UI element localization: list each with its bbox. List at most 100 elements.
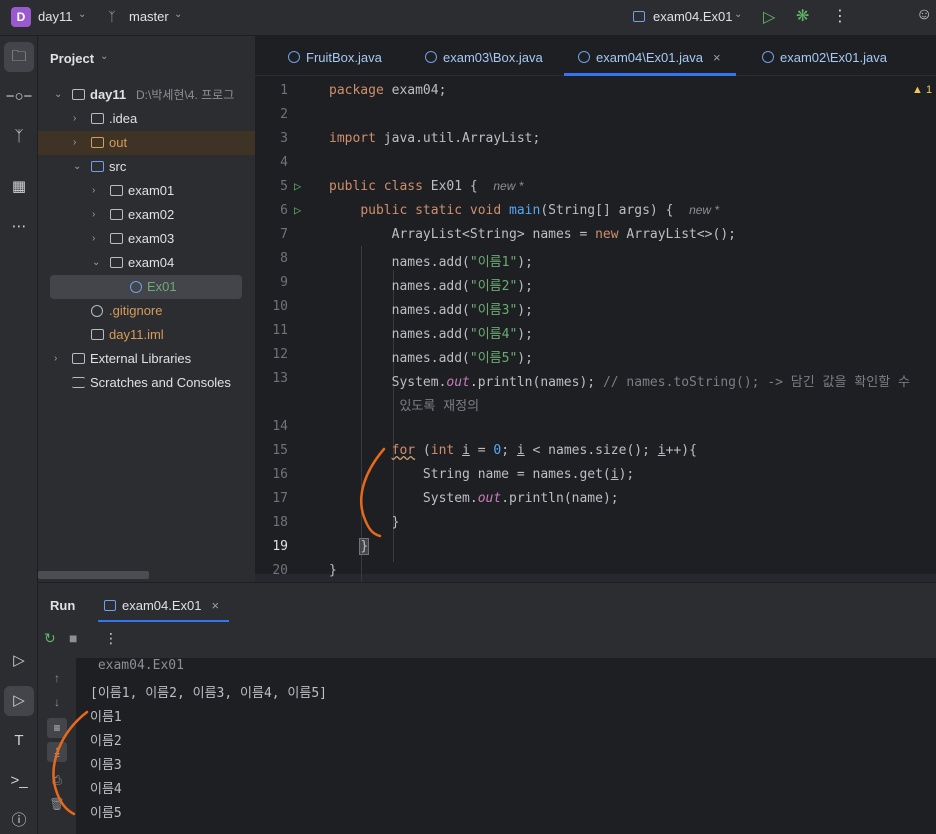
active-tab-indicator	[98, 620, 229, 622]
branch-name[interactable]: master	[129, 9, 169, 24]
chevron-right-icon[interactable]: ›	[73, 107, 76, 131]
tree-item-label: Scratches and Consoles	[90, 375, 231, 390]
close-icon[interactable]: ×	[713, 50, 721, 65]
run-gutter-icon[interactable]: ▷	[294, 179, 301, 193]
more-tools-icon[interactable]: ⋯	[4, 212, 34, 242]
tab-exam03-box[interactable]: exam03\Box.java	[425, 36, 543, 76]
console-output[interactable]: exam04.Ex01 [이름1, 이름2, 이름3, 이름4, 이름5] 이름…	[76, 658, 936, 834]
tab-exam02-ex01[interactable]: exam02\Ex01.java	[762, 36, 887, 76]
commit-icon[interactable]: −○−	[4, 82, 34, 112]
tree-item-ex01[interactable]: Ex01	[50, 275, 242, 299]
tree-item-exam01[interactable]: › exam01	[38, 179, 255, 203]
line-number: 10	[272, 299, 288, 314]
tab-fruitbox[interactable]: FruitBox.java	[288, 36, 382, 76]
module-file-icon	[91, 329, 104, 340]
code-line: System.out.println(name);	[329, 491, 619, 506]
tree-item-external-libraries[interactable]: › External Libraries	[38, 347, 255, 371]
scroll-up-icon[interactable]: ↑	[47, 668, 67, 688]
tree-item-idea[interactable]: › .idea	[38, 107, 255, 131]
chevron-down-icon[interactable]: ⌄	[92, 251, 100, 275]
chevron-right-icon[interactable]: ›	[92, 203, 95, 227]
chevron-down-icon[interactable]: ⌄	[174, 9, 182, 20]
code-line: names.add("이름4");	[329, 327, 533, 342]
line-number: 16	[272, 467, 288, 482]
chevron-down-icon[interactable]: ⌄	[73, 155, 81, 179]
tree-item-scratches[interactable]: Scratches and Consoles	[38, 371, 255, 395]
source-folder-icon	[91, 161, 104, 172]
line-number: 2	[280, 107, 288, 122]
rerun-icon[interactable]: ↻	[44, 630, 56, 647]
structure-icon[interactable]: ▦	[4, 172, 34, 202]
chevron-down-icon[interactable]: ⌄	[54, 83, 62, 107]
tree-item-exam03[interactable]: › exam03	[38, 227, 255, 251]
chevron-down-icon[interactable]: ⌄	[100, 51, 108, 62]
run-config-icon[interactable]	[633, 11, 645, 22]
console-line: 이름3	[90, 758, 122, 773]
tree-item-gitignore[interactable]: .gitignore	[38, 299, 255, 323]
scroll-to-end-icon[interactable]: ⤓	[47, 742, 67, 762]
run-panel: Run exam04.Ex01 × ↻ ■ ⋮ ↑ ↓ ≡ ⤓ ⎙ 🗑 exam0…	[38, 582, 936, 834]
run-icon[interactable]: ▷	[763, 7, 775, 27]
project-badge[interactable]: D	[11, 7, 31, 27]
inlay-hint: new *	[493, 179, 524, 193]
code-line: }	[329, 563, 337, 578]
more-icon[interactable]: ⋮	[104, 630, 118, 647]
java-class-icon	[425, 51, 437, 63]
panel-title[interactable]: Project	[50, 51, 94, 66]
run-tab[interactable]: exam04.Ex01 ×	[104, 598, 219, 613]
run-tab-label: exam04.Ex01	[122, 598, 202, 613]
tab-exam04-ex01[interactable]: exam04\Ex01.java ×	[564, 36, 736, 76]
line-number: 5	[280, 179, 288, 194]
scroll-down-icon[interactable]: ↓	[47, 692, 67, 712]
build-hammer-icon[interactable]: T	[4, 726, 34, 756]
more-icon[interactable]: ⋮	[832, 6, 848, 26]
terminal-icon[interactable]: >_	[4, 766, 34, 796]
package-icon	[110, 257, 123, 268]
code-line: }	[359, 538, 370, 555]
tree-item-out[interactable]: › out	[38, 131, 255, 155]
git-branch-icon[interactable]: ᛉ	[108, 9, 116, 24]
stop-icon[interactable]: ■	[69, 630, 77, 646]
debug-icon[interactable]: ❋	[796, 6, 809, 26]
tree-item-exam02[interactable]: › exam02	[38, 203, 255, 227]
chevron-right-icon[interactable]: ›	[92, 227, 95, 251]
excluded-folder-icon	[91, 137, 104, 148]
tab-label: exam02\Ex01.java	[780, 50, 887, 65]
chevron-down-icon[interactable]: ⌄	[734, 9, 742, 20]
console-line: 이름2	[90, 734, 122, 749]
trash-icon[interactable]: 🗑	[47, 794, 67, 814]
console-line: 이름4	[90, 782, 122, 797]
problems-icon[interactable]: ⓘ	[4, 806, 34, 834]
run-tool-icon[interactable]: ▷	[4, 686, 34, 716]
add-user-icon[interactable]: ☺	[916, 6, 932, 24]
package-icon	[110, 233, 123, 244]
tree-item-day11[interactable]: ⌄ day11 D:\박세현\4. 프로그	[38, 83, 255, 107]
project-name[interactable]: day11	[38, 9, 72, 24]
run-gutter-icon[interactable]: ▷	[294, 203, 301, 217]
chevron-right-icon[interactable]: ›	[54, 347, 57, 371]
code-line: names.add("이름2");	[329, 279, 533, 294]
print-icon[interactable]: ⎙	[47, 770, 67, 790]
warning-icon[interactable]: ▲ 1	[912, 84, 932, 96]
code-area[interactable]: 1 2 3 4 5 6 7 8 9 10 11 12 13 14 15 16 1…	[255, 76, 936, 582]
chevron-right-icon[interactable]: ›	[92, 179, 95, 203]
tree-item-exam04[interactable]: ⌄ exam04	[38, 251, 255, 275]
pull-requests-icon[interactable]: ᛉ	[4, 122, 34, 152]
horizontal-scrollbar[interactable]	[38, 571, 149, 579]
chevron-down-icon[interactable]: ⌄	[78, 9, 86, 20]
tree-item-label: exam02	[128, 207, 175, 222]
java-class-icon	[762, 51, 774, 63]
project-folder-icon[interactable]: 🗀	[4, 42, 34, 72]
close-icon[interactable]: ×	[212, 598, 220, 613]
soft-wrap-icon[interactable]: ≡	[47, 718, 67, 738]
run-config-selector[interactable]: exam04.Ex01	[653, 9, 733, 24]
chevron-right-icon[interactable]: ›	[73, 131, 76, 155]
line-number: 3	[280, 131, 288, 146]
tree-item-label: day11	[90, 87, 127, 102]
project-panel: Project ⌄ ⌄ day11 D:\박세현\4. 프로그 › .idea …	[38, 36, 255, 582]
tree-item-src[interactable]: ⌄ src	[38, 155, 255, 179]
tree-item-iml[interactable]: day11.iml	[38, 323, 255, 347]
services-icon[interactable]: ▷	[4, 646, 34, 676]
tree-item-label: .idea	[109, 111, 138, 126]
warning-count: 1	[925, 84, 933, 96]
